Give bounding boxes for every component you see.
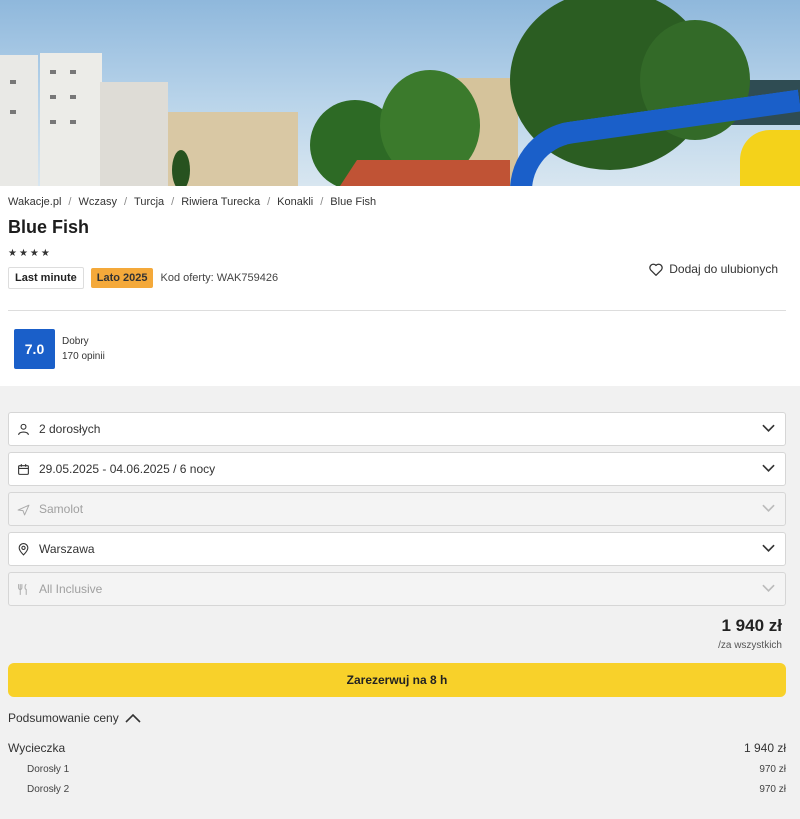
review-score[interactable]: 7.0 Dobry 170 opinii	[14, 329, 105, 369]
chevron-down-icon	[762, 584, 775, 592]
summary-row-trip: Wycieczka 1 940 zł	[0, 741, 800, 755]
hotel-name: Blue Fish	[8, 217, 90, 237]
chevron-down-icon	[762, 424, 775, 432]
reserve-button[interactable]: Zarezerwuj na 8 h	[8, 663, 786, 697]
location-pin-icon	[17, 542, 31, 556]
price-per-label: /za wszystkich	[718, 640, 782, 651]
adult-price: 970 zł	[759, 784, 786, 795]
breadcrumb-item[interactable]: Konakli	[277, 196, 313, 208]
last-minute-badge: Last minute	[8, 267, 84, 289]
season-badge: Lato 2025	[90, 268, 154, 288]
total-price: 1 940 zł	[721, 616, 783, 635]
price-summary-title: Podsumowanie ceny	[8, 711, 119, 725]
person-icon	[17, 422, 31, 436]
summary-row-adult: Dorosły 2 970 zł	[0, 784, 800, 795]
breadcrumb: Wakacje.pl / Wczasy / Turcja / Riwiera Ture…	[8, 196, 377, 208]
board-value: All Inclusive	[39, 582, 103, 596]
review-count: 170 opinii	[62, 351, 105, 362]
hotel-photo	[0, 0, 800, 186]
transport-value: Samolot	[39, 502, 84, 516]
add-to-favorites-button[interactable]: Dodaj do ulubionych	[649, 262, 778, 276]
chevron-down-icon	[762, 464, 775, 472]
offer-code: Kod oferty: WAK759426	[160, 272, 279, 284]
score-label: Dobry	[62, 336, 89, 347]
chevron-up-icon	[125, 713, 141, 723]
cutlery-icon	[17, 582, 31, 596]
chevron-down-icon	[762, 504, 775, 512]
score-badge: 7.0	[14, 329, 55, 369]
adult-label: Dorosły 1	[27, 764, 70, 775]
adult-label: Dorosły 2	[27, 784, 70, 795]
price-block: 1 940 zł /za wszystkich	[0, 616, 800, 651]
star-rating: ★★★★	[8, 248, 52, 259]
breadcrumb-item[interactable]: Blue Fish	[330, 196, 376, 208]
departure-select[interactable]: Warszawa	[8, 532, 786, 566]
chevron-down-icon	[762, 544, 775, 552]
guests-value: 2 dorosłych	[39, 422, 101, 436]
breadcrumb-item[interactable]: Wczasy	[78, 196, 117, 208]
breadcrumb-item[interactable]: Wakacje.pl	[8, 196, 61, 208]
favorites-label: Dodaj do ulubionych	[669, 262, 778, 276]
summary-row-adult: Dorosły 1 970 zł	[0, 764, 800, 775]
calendar-icon	[17, 462, 31, 476]
hotel-header-card: Wakacje.pl / Wczasy / Turcja / Riwiera Ture…	[0, 186, 800, 386]
divider	[8, 310, 786, 311]
guests-select[interactable]: 2 dorosłych	[8, 412, 786, 446]
departure-value: Warszawa	[39, 542, 95, 556]
booking-form: 2 dorosłych 29.05.2025 - 04.06.2025 / 6 …	[0, 412, 800, 606]
plane-icon	[17, 502, 31, 516]
price-summary-toggle[interactable]: Podsumowanie ceny	[8, 711, 786, 725]
dates-value: 29.05.2025 - 04.06.2025 / 6 nocy	[39, 462, 216, 476]
dates-select[interactable]: 29.05.2025 - 04.06.2025 / 6 nocy	[8, 452, 786, 486]
trip-price: 1 940 zł	[743, 741, 786, 755]
adult-price: 970 zł	[759, 764, 786, 775]
breadcrumb-item[interactable]: Turcja	[134, 196, 164, 208]
transport-select: Samolot	[8, 492, 786, 526]
breadcrumb-item[interactable]: Riwiera Turecka	[181, 196, 260, 208]
board-select: All Inclusive	[8, 572, 786, 606]
trip-label: Wycieczka	[8, 741, 66, 755]
heart-icon	[649, 263, 664, 276]
